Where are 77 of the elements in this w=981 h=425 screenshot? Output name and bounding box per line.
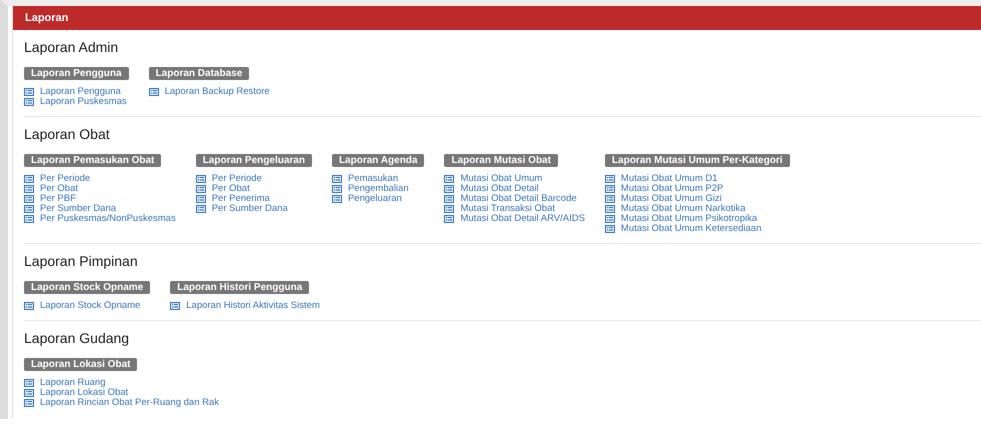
report-link[interactable]: Pengembalian <box>348 184 409 194</box>
report-link[interactable]: Per Obat <box>40 184 78 194</box>
report-link[interactable]: Mutasi Obat Detail <box>460 184 539 194</box>
list-icon <box>148 88 159 96</box>
list-icon <box>604 205 615 213</box>
report-link[interactable]: Laporan Pengguna <box>40 87 121 97</box>
list-icon <box>24 215 34 223</box>
group-label: Laporan Agenda <box>332 154 424 167</box>
list-icon <box>332 185 342 193</box>
panel-title: Laporan <box>25 12 68 24</box>
section-title: Laporan Admin <box>24 39 120 55</box>
report-link[interactable]: Mutasi Obat Umum P2P <box>620 184 724 194</box>
list-icon <box>196 195 206 203</box>
list-icon <box>196 185 206 193</box>
report-link[interactable]: Mutasi Obat Umum D1 <box>620 174 718 184</box>
report-link[interactable]: Mutasi Obat Umum Gizi <box>620 194 722 204</box>
list-icon <box>444 195 454 203</box>
list-icon <box>444 175 454 183</box>
section-title: Laporan Obat <box>24 126 111 142</box>
list-icon <box>444 215 454 223</box>
list-icon <box>24 379 34 387</box>
report-link[interactable]: Per Periode <box>40 174 90 184</box>
group-label: Laporan Pengeluaran <box>196 154 312 167</box>
report-link[interactable]: Per Sumber Dana <box>40 204 116 214</box>
list-icon <box>24 185 34 193</box>
report-link[interactable]: Laporan Backup Restore <box>164 87 270 97</box>
list-icon <box>332 175 342 183</box>
list-icon <box>332 195 342 203</box>
group-label: Laporan Pengguna <box>24 67 129 80</box>
list-icon <box>444 205 454 213</box>
list-icon <box>24 195 34 203</box>
section-title: Laporan Gudang <box>24 330 130 346</box>
report-link[interactable]: Per Puskesmas/NonPuskesmas <box>40 214 176 224</box>
group-label: Laporan Database <box>148 67 250 80</box>
list-icon <box>24 399 34 407</box>
report-link[interactable]: Mutasi Obat Umum Ketersediaan <box>620 224 762 234</box>
list-icon <box>24 98 34 106</box>
group-label: Laporan Stock Opname <box>24 281 150 294</box>
list-icon <box>170 302 180 310</box>
report-link[interactable]: Pengeluaran <box>348 194 402 204</box>
list-icon <box>604 195 615 203</box>
report-link[interactable]: Per Sumber Dana <box>212 204 288 214</box>
list-icon <box>196 205 206 213</box>
report-link[interactable]: Laporan Histori Aktivitas Sistem <box>186 301 320 311</box>
report-link[interactable]: Laporan Rincian Obat Per-Ruang dan Rak <box>40 398 220 408</box>
list-icon <box>24 175 34 183</box>
section-title: Laporan Pimpinan <box>24 253 139 269</box>
report-link[interactable]: Per Penerima <box>212 194 270 204</box>
list-icon <box>604 215 615 223</box>
report-link[interactable]: Per PBF <box>40 194 76 204</box>
list-icon <box>196 175 206 183</box>
list-icon <box>444 185 454 193</box>
report-link[interactable]: Mutasi Obat Umum <box>460 174 542 184</box>
report-link[interactable]: Mutasi Obat Umum Narkotika <box>620 204 746 214</box>
list-icon <box>24 302 34 310</box>
group-label: Laporan Mutasi Umum Per-Kategori <box>604 154 790 167</box>
list-icon <box>604 185 615 193</box>
report-link[interactable]: Laporan Lokasi Obat <box>40 388 128 398</box>
list-icon <box>604 225 615 233</box>
group-label: Laporan Mutasi Obat <box>444 154 558 167</box>
report-link[interactable]: Per Periode <box>212 174 262 184</box>
report-link[interactable]: Laporan Puskesmas <box>40 97 127 107</box>
report-link[interactable]: Laporan Stock Opname <box>40 301 140 311</box>
group-label: Laporan Pemasukan Obat <box>24 154 162 167</box>
list-icon <box>24 389 34 397</box>
list-icon <box>604 175 615 183</box>
report-link[interactable]: Mutasi Obat Umum Psikotropika <box>620 214 758 224</box>
group-label: Laporan Lokasi Obat <box>24 358 138 371</box>
report-link[interactable]: Laporan Ruang <box>40 378 106 388</box>
group-label: Laporan Histori Pengguna <box>170 281 310 294</box>
list-icon <box>24 205 34 213</box>
report-link[interactable]: Pemasukan <box>348 174 398 184</box>
report-link[interactable]: Mutasi Transaksi Obat <box>460 204 555 214</box>
report-link[interactable]: Mutasi Obat Detail Barcode <box>460 194 577 204</box>
list-icon <box>24 88 34 96</box>
report-link[interactable]: Mutasi Obat Detail ARV/AIDS <box>460 214 585 224</box>
report-link[interactable]: Per Obat <box>212 184 250 194</box>
